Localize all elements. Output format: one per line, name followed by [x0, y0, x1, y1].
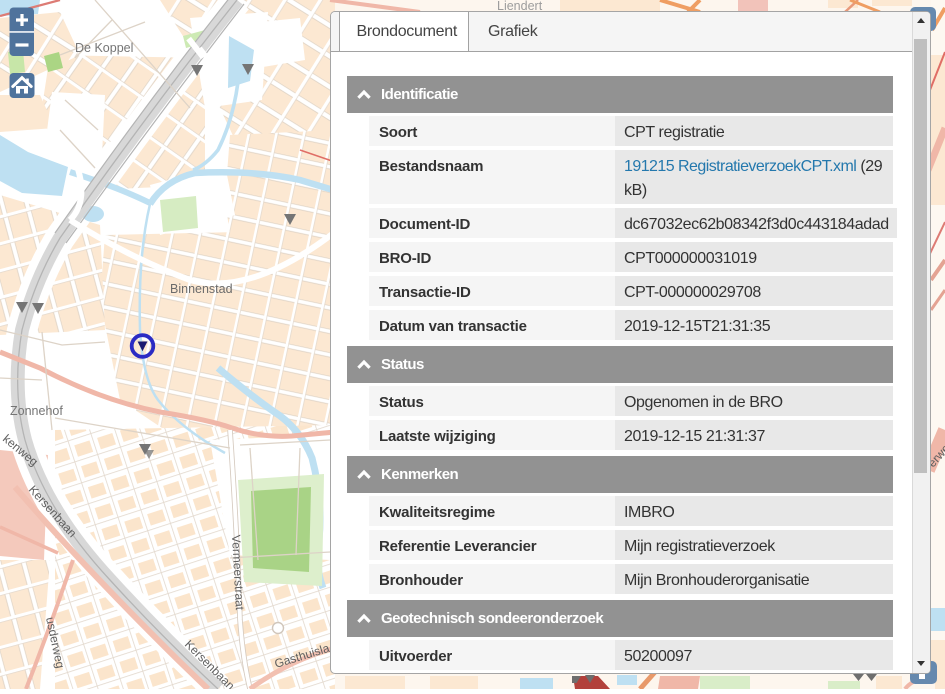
svg-text:De Koppel: De Koppel — [75, 41, 133, 55]
svg-text:Binnenstad: Binnenstad — [170, 282, 233, 296]
svg-text:Zonnehof: Zonnehof — [10, 404, 63, 418]
